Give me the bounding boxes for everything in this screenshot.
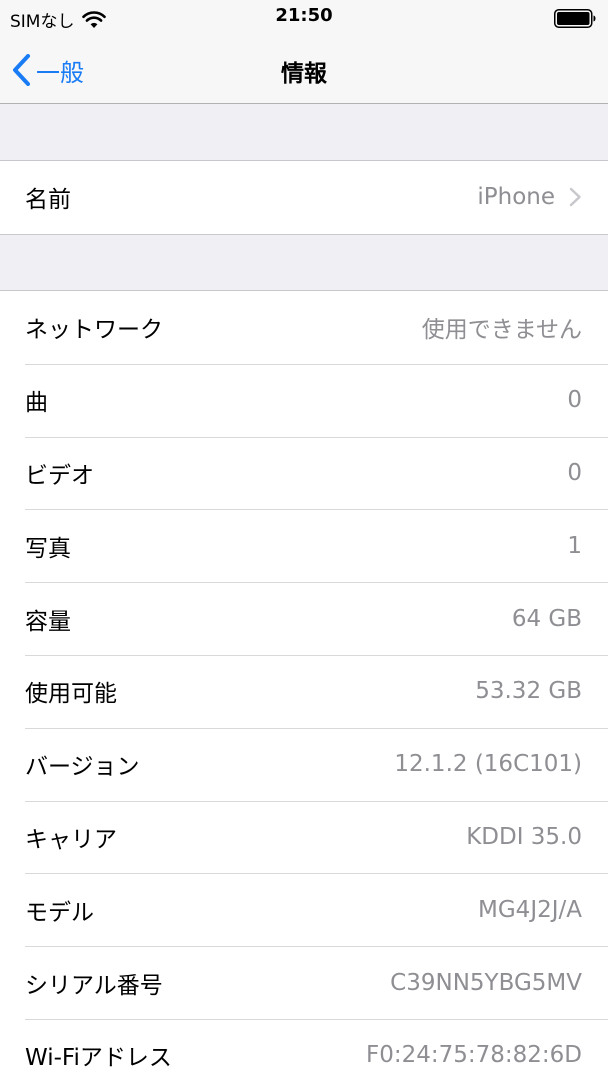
info-row-label: モデル [25, 899, 94, 926]
page-title: 情報 [281, 61, 327, 87]
info-row-label: Wi-Fiアドレス [25, 1045, 172, 1072]
info-row-value: 12.1.2 (16C101) [394, 751, 582, 778]
info-row-value: 0 [567, 387, 582, 414]
info-row-label: キャリア [25, 826, 117, 853]
info-row-wifi-address[interactable]: Wi-Fiアドレス F0:24:75:78:82:6D [0, 1018, 608, 1080]
info-row-available: 使用可能 53.32 GB [0, 654, 608, 728]
info-row-value: MG4J2J/A [478, 896, 582, 923]
info-row-capacity: 容量 64 GB [0, 582, 608, 655]
info-row-songs: 曲 0 [0, 363, 608, 437]
battery-icon [554, 9, 596, 28]
name-group: 名前 iPhone [0, 160, 608, 235]
info-row-label: ネットワーク [25, 317, 163, 344]
info-row-value: C39NN5YBG5MV [390, 969, 582, 996]
info-row-network: ネットワーク 使用できません [0, 291, 608, 364]
chevron-right-icon [569, 188, 581, 207]
info-row-photos: 写真 1 [0, 509, 608, 582]
info-row-label: ビデオ [25, 462, 94, 489]
info-row-label: シリアル番号 [25, 972, 163, 999]
info-row-carrier[interactable]: キャリア KDDI 35.0 [0, 800, 608, 874]
navigation-bar: 一般 情報 [0, 36, 608, 104]
info-row-label: 容量 [25, 608, 71, 635]
name-row[interactable]: 名前 iPhone [0, 161, 608, 234]
info-row-label: バージョン [25, 754, 140, 781]
info-row-value: 64 GB [511, 605, 582, 632]
info-group: ネットワーク 使用できません 曲 0 ビデオ 0 写真 1 容量 64 GB 使… [0, 290, 608, 1080]
info-row-label: 写真 [25, 535, 71, 562]
info-row-value: 使用できません [421, 317, 582, 344]
info-row-model[interactable]: モデル MG4J2J/A [0, 873, 608, 946]
info-row-serial[interactable]: シリアル番号 C39NN5YBG5MV [0, 946, 608, 1019]
name-value: iPhone [477, 184, 555, 211]
info-row-value: F0:24:75:78:82:6D [365, 1042, 582, 1069]
info-row-label: 使用可能 [25, 681, 117, 708]
info-row-videos: ビデオ 0 [0, 436, 608, 510]
info-row-version[interactable]: バージョン 12.1.2 (16C101) [0, 727, 608, 801]
status-time: 21:50 [275, 5, 333, 26]
info-row-value: 0 [567, 459, 582, 486]
name-label: 名前 [25, 187, 71, 214]
status-bar: SIMなし 21:50 [0, 0, 608, 36]
info-row-label: 曲 [25, 390, 48, 417]
info-row-value: 1 [567, 532, 582, 559]
info-row-value: KDDI 35.0 [466, 823, 582, 850]
info-row-value: 53.32 GB [475, 678, 582, 705]
